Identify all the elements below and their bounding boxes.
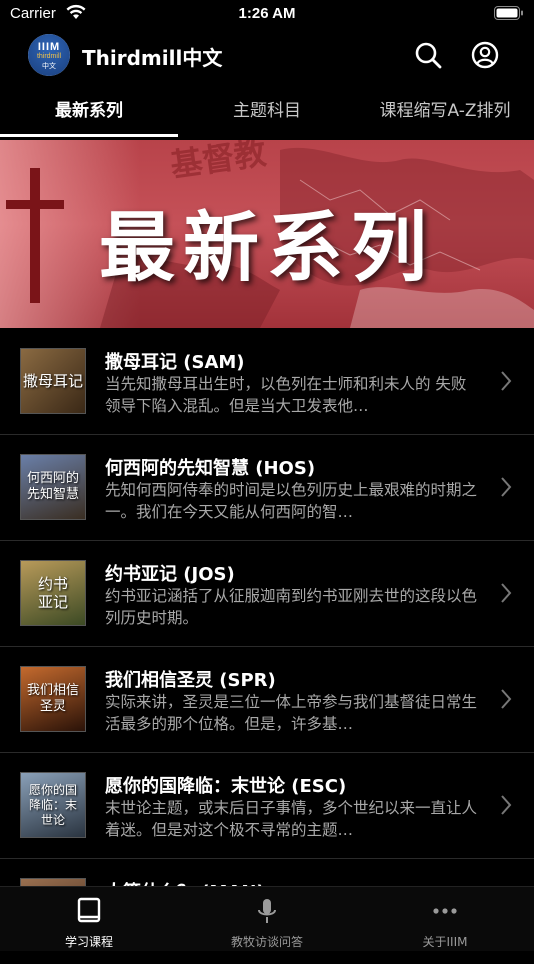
app-header: IIIM thirdmill 中文 Thirdmill中文 [0, 30, 534, 82]
more-icon [433, 908, 457, 914]
course-thumbnail: 我们相信圣灵 [20, 666, 86, 732]
course-description: 约书亚记涵括了从征服迦南到约书亚刚去世的这段以色列历史时期。 [105, 587, 477, 627]
course-item[interactable]: 撒母耳记 撒母耳记 (SAM) 当先知撒母耳出生时，以色列在士师和利未人的 失败… [0, 328, 534, 435]
chevron-right-icon [501, 795, 512, 815]
course-thumbnail: 撒母耳记 [20, 348, 86, 414]
course-thumbnail: 约书亚记 [20, 560, 86, 626]
course-title: 约书亚记 (JOS) [105, 564, 235, 585]
tab-a-z[interactable]: 课程缩写A-Z排列 [356, 88, 534, 134]
logo-text: IIIM [37, 41, 61, 53]
app-title: Thirdmill中文 [82, 46, 223, 70]
course-title: 撒母耳记 (SAM) [105, 352, 245, 373]
logo-subtext: thirdmill [36, 53, 62, 60]
tabbar-label: 学习课程 [64, 935, 113, 949]
tabbar-label: 教牧访谈问答 [230, 935, 303, 949]
tab-latest-series[interactable]: 最新系列 [0, 88, 178, 134]
tabbar-label: 关于IIIM [422, 935, 468, 949]
chevron-right-icon [501, 689, 512, 709]
active-tab-indicator [0, 134, 178, 137]
status-bar: Carrier 1:26 AM [0, 0, 534, 30]
course-thumbnail: 何西阿的先知智慧 [20, 454, 86, 520]
chevron-right-icon [501, 583, 512, 603]
app-logo: IIIM thirdmill 中文 [28, 34, 70, 76]
battery-icon [494, 6, 523, 20]
latest-series-banner: 基督教 最新系列 [0, 140, 534, 328]
category-tabs: 最新系列 主题科目 课程缩写A-Z排列 [0, 88, 534, 138]
course-item[interactable]: 何西阿的先知智慧 何西阿的先知智慧 (HOS) 先知何西阿侍奉的时间是以色列历史… [0, 434, 534, 541]
clock: 1:26 AM [238, 5, 296, 22]
tabbar-item-interviews[interactable]: 教牧访谈问答 [178, 887, 356, 951]
book-icon [77, 897, 101, 923]
microphone-icon [258, 899, 276, 923]
bottom-tab-bar: 学习课程 教牧访谈问答 关于IIIM [0, 886, 534, 951]
course-item[interactable]: 约书亚记 约书亚记 (JOS) 约书亚记涵括了从征服迦南到约书亚刚去世的这段以色… [0, 540, 534, 647]
logo-chinese-text: 中文 [42, 62, 56, 70]
course-description: 实际来讲，圣灵是三位一体上帝参与我们基督徒日常生活最多的那个位格。但是，许多基… [105, 693, 477, 733]
course-item[interactable]: 我们相信圣灵 我们相信圣灵 (SPR) 实际来讲，圣灵是三位一体上帝参与我们基督… [0, 646, 534, 753]
tabbar-item-courses[interactable]: 学习课程 [0, 887, 178, 951]
course-description: 先知何西阿侍奉的时间是以色列历史上最艰难的时期之一。我们在今天又能从何西阿的智… [105, 481, 477, 521]
chevron-right-icon [501, 477, 512, 497]
course-description: 末世论主题，或末后日子事情，多个世纪以来一直让人着迷。但是对这个极不寻常的主题… [105, 799, 477, 839]
course-title: 何西阿的先知智慧 (HOS) [105, 458, 316, 479]
course-title: 愿你的国降临：末世论 (ESC) [105, 776, 347, 797]
tabbar-item-about[interactable]: 关于IIIM [356, 887, 534, 951]
course-item[interactable]: 愿你的国降临：末世论 愿你的国降临：末世论 (ESC) 末世论主题，或末后日子事… [0, 752, 534, 859]
course-description: 当先知撒母耳出生时，以色列在士师和利未人的 失败领导下陷入混乱。但是当大卫发表他… [105, 375, 467, 415]
profile-icon[interactable] [470, 40, 500, 70]
chevron-right-icon [501, 371, 512, 391]
banner-title: 最新系列 [99, 203, 435, 292]
course-thumbnail: 愿你的国降临：末世论 [20, 772, 86, 838]
tab-topics[interactable]: 主题科目 [178, 88, 356, 134]
search-icon[interactable] [413, 40, 443, 70]
course-title: 我们相信圣灵 (SPR) [105, 670, 276, 691]
